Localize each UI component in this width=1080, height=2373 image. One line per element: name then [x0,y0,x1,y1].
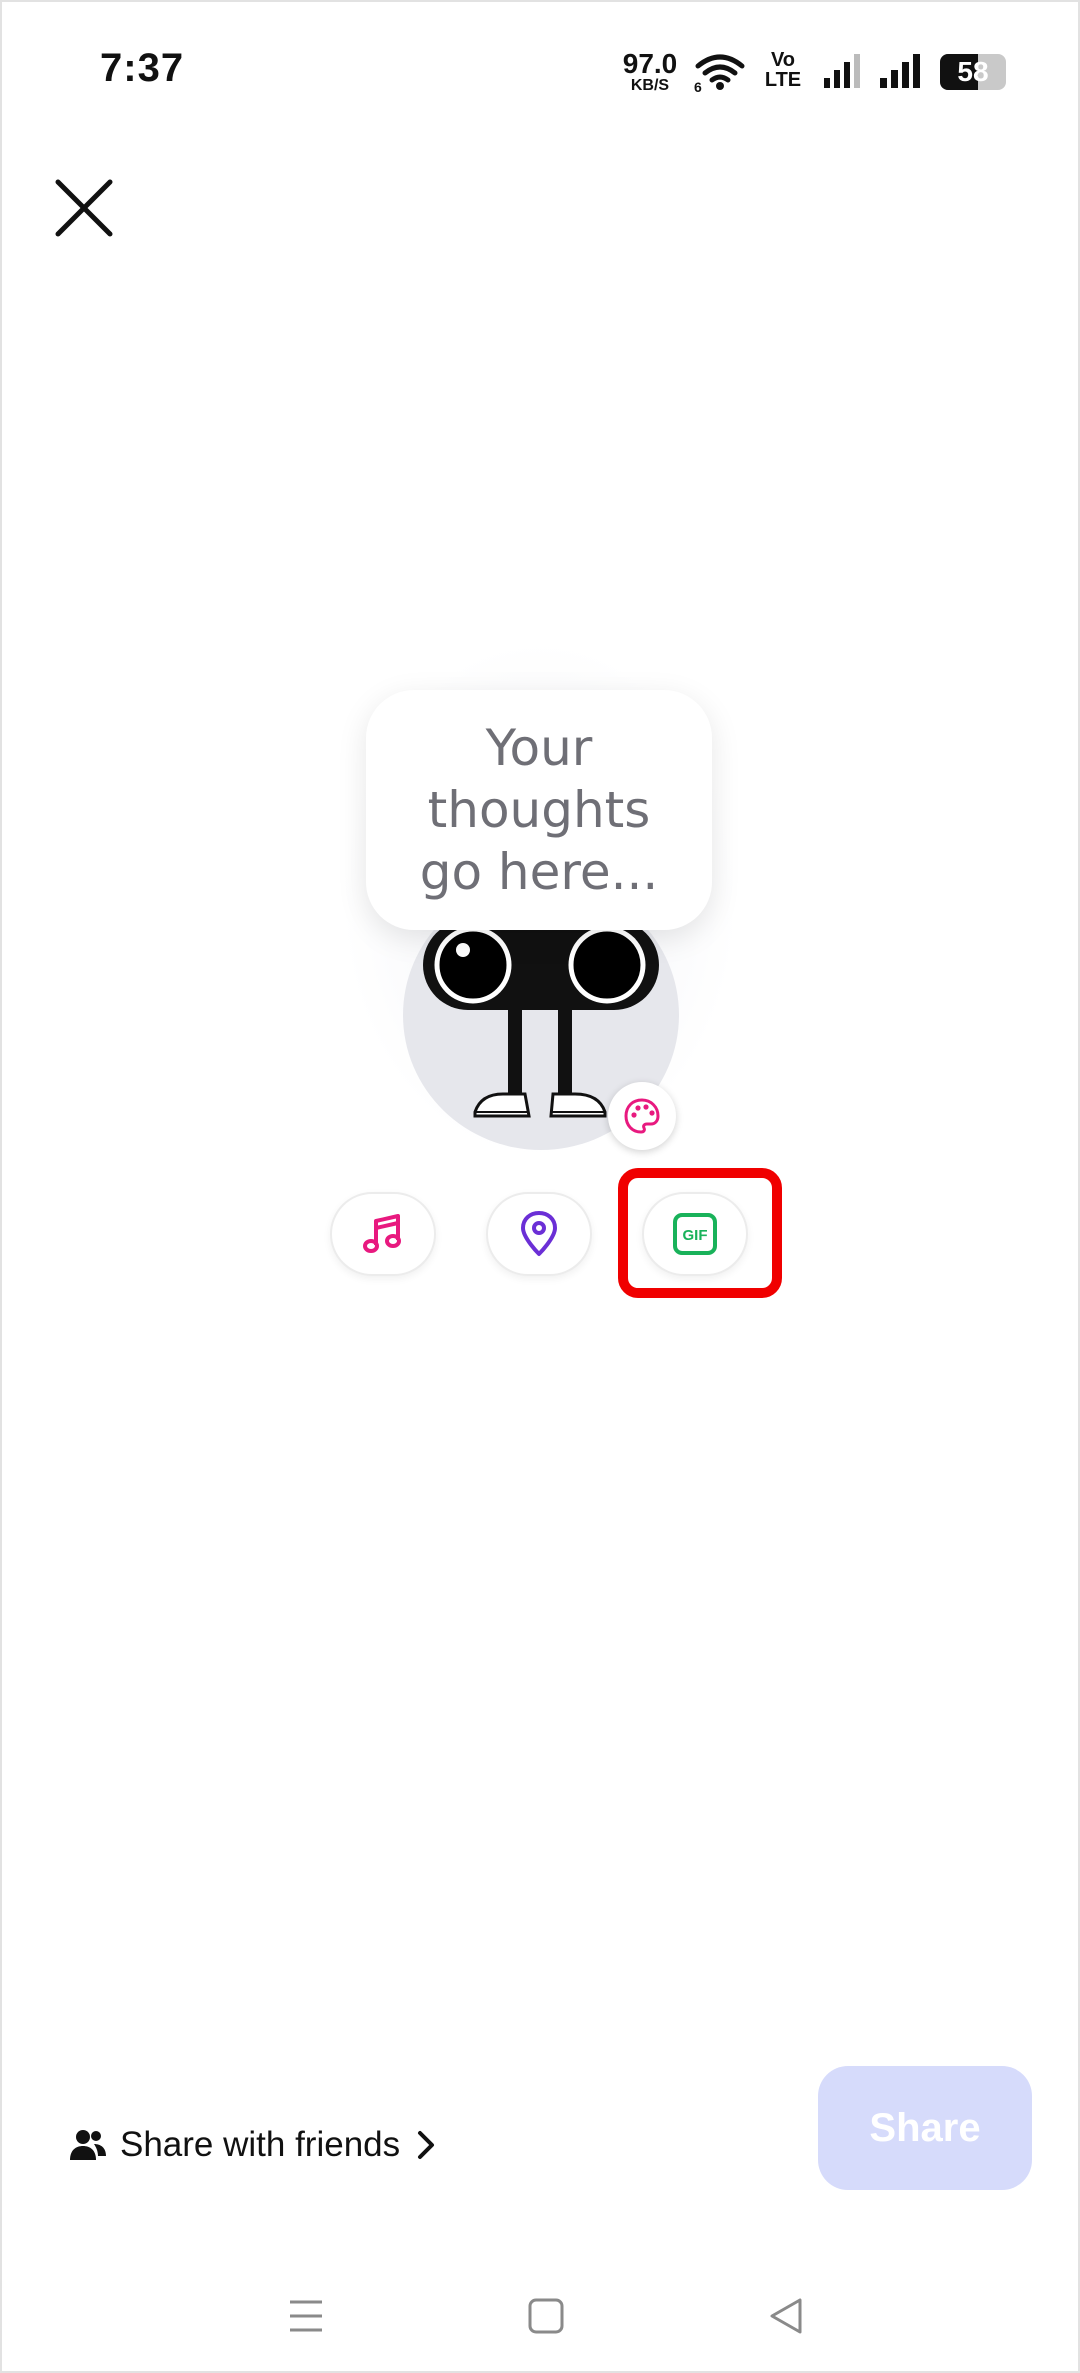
close-icon [55,179,113,237]
battery-level: 58 [957,56,989,87]
network-speed: 97.0 KB/S [620,50,680,94]
wifi-badge: 6 [694,79,702,92]
map-pin-icon [521,1211,557,1256]
volte-bottom: LTE [764,69,802,91]
close-button[interactable] [46,170,122,246]
volte-indicator: Vo LTE [758,50,808,90]
thought-bubble-placeholder: Your thoughts go here... [419,719,659,901]
palette-icon [624,1098,660,1134]
friends-icon [70,2130,106,2160]
share-with-friends-button[interactable]: Share with friends [70,2120,438,2170]
gif-icon: GIF [673,1213,717,1255]
battery-icon: 58 [940,54,1006,90]
share-button[interactable]: Share [818,2066,1032,2190]
location-button[interactable] [486,1192,592,1276]
palette-button[interactable] [608,1082,676,1150]
share-with-friends-label: Share with friends [120,2125,401,2164]
music-note-icon [363,1214,401,1253]
back-triangle-icon [770,2298,802,2334]
status-bar: 7:37 97.0 KB/S 6 Vo LTE 58 [0,0,1080,140]
volte-top: Vo [770,49,796,71]
chevron-right-icon [418,2131,435,2159]
gif-label: GIF [683,1227,708,1244]
home-square-icon [528,2298,564,2334]
nav-home-button[interactable] [516,2286,576,2346]
network-speed-value: 97.0 [622,48,678,79]
nav-back-button[interactable] [756,2286,816,2346]
status-time: 7:37 [100,46,185,90]
network-speed-unit: KB/S [630,77,670,94]
signal-sim1-icon [824,54,860,88]
gif-button[interactable]: GIF [642,1192,748,1276]
screen-frame [0,0,1080,2373]
menu-icon [290,2300,322,2332]
thought-bubble-input[interactable]: Your thoughts go here... [366,690,712,930]
music-button[interactable] [330,1192,436,1276]
signal-sim2-icon [880,54,920,88]
nav-recents-button[interactable] [276,2286,336,2346]
wifi-icon: 6 [694,54,745,92]
